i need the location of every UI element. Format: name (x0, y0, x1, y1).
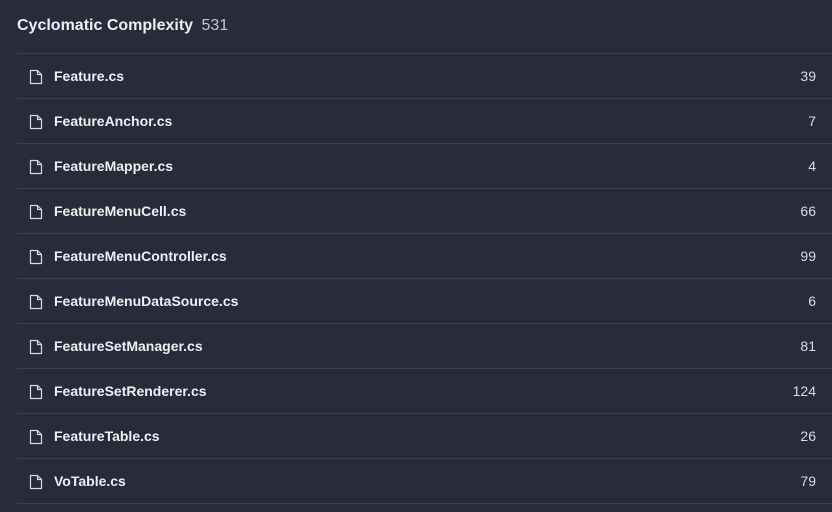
file-icon (29, 294, 43, 310)
file-name[interactable]: FeatureMenuDataSource.cs (54, 279, 238, 323)
panel-header: Cyclomatic Complexity 531 (17, 14, 228, 38)
complexity-value: 39 (800, 68, 816, 84)
file-icon (29, 474, 43, 490)
file-list: Feature.cs 39 FeatureAnchor.cs 7 Feature… (17, 53, 832, 504)
panel-title: Cyclomatic Complexity (17, 17, 194, 34)
file-name[interactable]: FeatureSetManager.cs (54, 324, 203, 368)
complexity-value: 26 (800, 428, 816, 444)
complexity-panel: Cyclomatic Complexity 531 Feature.cs 39 … (0, 0, 832, 512)
file-row[interactable]: FeatureSetRenderer.cs 124 (17, 369, 832, 414)
complexity-value: 99 (800, 248, 816, 264)
complexity-value: 6 (808, 293, 816, 309)
complexity-value: 4 (808, 158, 816, 174)
file-row[interactable]: FeatureMenuCell.cs 66 (17, 189, 832, 234)
file-name[interactable]: FeatureTable.cs (54, 414, 160, 458)
file-row[interactable]: FeatureMenuController.cs 99 (17, 234, 832, 279)
file-icon (29, 249, 43, 265)
file-row[interactable]: FeatureTable.cs 26 (17, 414, 832, 459)
file-icon (29, 159, 43, 175)
complexity-value: 81 (800, 338, 816, 354)
complexity-value: 7 (808, 113, 816, 129)
file-icon (29, 114, 43, 130)
file-name[interactable]: FeatureMenuController.cs (54, 234, 227, 278)
file-row[interactable]: FeatureMapper.cs 4 (17, 144, 832, 189)
file-name[interactable]: VoTable.cs (54, 459, 126, 503)
file-row[interactable]: FeatureAnchor.cs 7 (17, 99, 832, 144)
file-icon (29, 384, 43, 400)
file-name[interactable]: FeatureMapper.cs (54, 144, 173, 188)
file-row[interactable]: FeatureMenuDataSource.cs 6 (17, 279, 832, 324)
file-row[interactable]: FeatureSetManager.cs 81 (17, 324, 832, 369)
file-name[interactable]: FeatureSetRenderer.cs (54, 369, 207, 413)
file-icon (29, 69, 43, 85)
file-row[interactable]: Feature.cs 39 (17, 54, 832, 99)
complexity-value: 124 (792, 383, 816, 399)
file-icon (29, 339, 43, 355)
file-icon (29, 204, 43, 220)
file-name[interactable]: Feature.cs (54, 54, 124, 98)
total-complexity: 531 (201, 17, 229, 34)
file-name[interactable]: FeatureAnchor.cs (54, 99, 172, 143)
complexity-value: 79 (800, 473, 816, 489)
file-name[interactable]: FeatureMenuCell.cs (54, 189, 186, 233)
complexity-value: 66 (800, 203, 816, 219)
file-row[interactable]: VoTable.cs 79 (17, 459, 832, 504)
file-icon (29, 429, 43, 445)
